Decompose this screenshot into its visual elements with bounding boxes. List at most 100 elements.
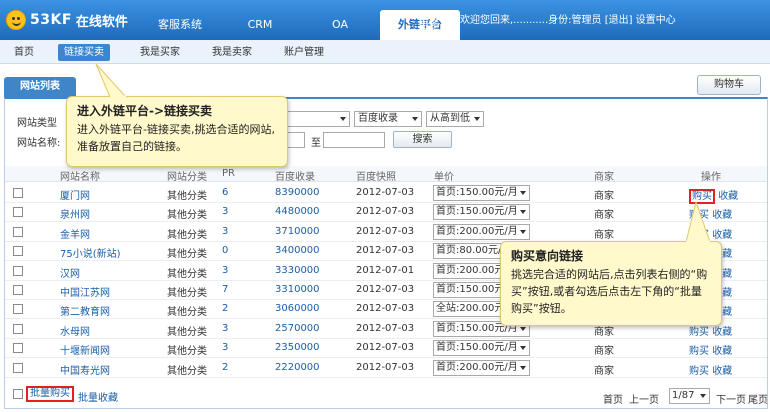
site-name-link[interactable]: 水母网 (60, 323, 90, 338)
row-actions: 购买 收藏 (689, 342, 732, 357)
site-snapshot-date: 2012-07-03 (356, 206, 415, 218)
site-snapshot-date: 2012-07-03 (356, 225, 415, 237)
subnav-home[interactable]: 首页 (8, 44, 40, 61)
sub-navigation: 首页 链接买卖 我是买家 我是卖家 账户管理 (0, 40, 770, 64)
tooltip-buy-link: 购买意向链接 挑选完合适的网站后,点击列表右侧的“购买”按钮,或者勾选后点击左下… (500, 241, 722, 326)
site-category: 其他分类 (167, 307, 207, 319)
nav-customer-service[interactable]: 客服系统 (140, 10, 220, 40)
site-baidu-index: 2350000 (275, 342, 320, 354)
site-name-link[interactable]: 十堰新闻网 (60, 342, 110, 357)
site-seller: 商家 (594, 191, 614, 202)
table-row: 十堰新闻网 其他分类 3 2350000 2012-07-03 首页:150.00元/月 商… (5, 339, 767, 359)
price-select[interactable]: 首页:200.00元/月 (433, 223, 530, 240)
row-checkbox[interactable] (13, 285, 23, 295)
site-category: 其他分类 (167, 229, 207, 241)
site-name-link[interactable]: 金羊网 (60, 226, 90, 241)
site-category: 其他分类 (167, 365, 207, 377)
site-category: 其他分类 (167, 346, 207, 358)
site-name-link[interactable]: 中国江苏网 (60, 284, 110, 299)
site-name-link[interactable]: 汉网 (60, 265, 80, 280)
subnav-link-trading[interactable]: 链接买卖 (58, 44, 110, 61)
price-select[interactable]: 首页:150.00元/月 (433, 340, 530, 357)
tooltip-arrow-icon (685, 200, 711, 243)
price-select[interactable]: 首页:200.00元/月 (433, 359, 530, 376)
buy-link[interactable]: 购买 (689, 346, 709, 357)
last-page-link[interactable]: 尾页 (748, 391, 768, 406)
site-baidu-index: 2220000 (275, 361, 320, 373)
first-page-link[interactable]: 首页 (603, 391, 623, 406)
site-name-link[interactable]: 中国寿光网 (60, 362, 110, 377)
baidu-index-select[interactable]: 百度收录 (354, 111, 422, 127)
site-baidu-index: 2570000 (275, 322, 320, 334)
site-snapshot-date: 2012-07-03 (356, 245, 415, 257)
bulk-favorite-button[interactable]: 批量收藏 (78, 389, 118, 404)
site-baidu-index: 3330000 (275, 264, 320, 276)
site-pr: 6 (222, 187, 229, 198)
col-pr: PR (222, 168, 235, 179)
subnav-account[interactable]: 账户管理 (278, 44, 330, 61)
site-snapshot-date: 2012-07-03 (356, 322, 415, 334)
row-checkbox[interactable] (13, 188, 23, 198)
col-price: 单价 (434, 172, 454, 183)
logo-subtitle: 在线软件 (75, 14, 128, 30)
site-name-link[interactable]: 75小说(新站) (60, 245, 121, 260)
site-snapshot-date: 2012-07-03 (356, 342, 415, 354)
prev-page-link[interactable]: 上一页 (629, 391, 659, 406)
row-checkbox[interactable] (13, 265, 23, 276)
tooltip-link-platform: 进入外链平台->链接买卖 进入外链平台-链接买卖,挑选合适的网站,准备放置自己的… (66, 96, 288, 167)
site-name-link[interactable]: 第二教育网 (60, 303, 110, 318)
price-select[interactable]: 首页:150.00元/月 (433, 204, 530, 221)
favorite-link[interactable]: 收藏 (712, 366, 732, 377)
site-pr: 3 (222, 206, 229, 218)
search-button[interactable]: 搜索 (393, 131, 452, 148)
next-page-link[interactable]: 下一页 (716, 391, 746, 406)
row-checkbox[interactable] (13, 207, 23, 218)
col-seller: 商家 (594, 172, 614, 183)
site-name-link[interactable]: 厦门网 (60, 187, 90, 202)
row-checkbox[interactable] (13, 343, 23, 354)
favorite-link[interactable]: 收藏 (712, 346, 732, 357)
row-checkbox[interactable] (13, 246, 23, 257)
col-baidu-snapshot: 百度快照 (356, 172, 396, 183)
site-category: 其他分类 (167, 191, 207, 202)
table-row: 泉州网其他分类344800002012-07-03首页:150.00元/月商家购… (5, 203, 767, 223)
buy-link[interactable]: 购买 (689, 366, 709, 377)
smiley-logo-icon (6, 10, 26, 30)
row-checkbox[interactable] (13, 362, 23, 373)
site-name-link[interactable]: 泉州网 (60, 206, 90, 221)
tab-site-list[interactable]: 网站列表 (4, 77, 76, 97)
site-pr: 7 (222, 284, 229, 295)
row-checkbox[interactable] (13, 323, 23, 334)
site-category: 其他分类 (167, 288, 207, 299)
tooltip-buy-link-body: 挑选完合适的网站后,点击列表右侧的“购买”按钮,或者勾选后点击左下角的“批量购买… (511, 268, 708, 315)
subnav-buyer[interactable]: 我是买家 (134, 44, 186, 61)
favorite-link[interactable]: 收藏 (718, 191, 738, 202)
tooltip-link-platform-title: 进入外链平台->链接买卖 (77, 104, 213, 118)
site-baidu-index: 4480000 (275, 206, 320, 218)
col-site-name: 网站名称 (60, 172, 100, 183)
nav-crm[interactable]: CRM (220, 10, 300, 40)
row-checkbox[interactable] (13, 226, 23, 237)
site-category: 其他分类 (167, 326, 207, 338)
subnav-seller[interactable]: 我是卖家 (206, 44, 258, 61)
page-select[interactable]: 1/87 (669, 388, 710, 404)
site-seller: 商家 (594, 365, 614, 377)
buy-link[interactable]: 购买 (689, 327, 709, 338)
site-pr: 3 (222, 322, 229, 334)
price-select[interactable]: 首页:150.00元/月 (433, 185, 530, 201)
site-pr: 2 (222, 303, 229, 315)
site-category: 其他分类 (167, 249, 207, 261)
site-pr: 2 (222, 361, 229, 373)
select-all-checkbox[interactable] (13, 389, 23, 399)
cart-button[interactable]: 购物车 (697, 75, 761, 95)
sort-order-select[interactable]: 从高到低 (426, 111, 484, 127)
row-checkbox[interactable] (13, 304, 23, 315)
brand-logo[interactable]: 53KF 在线软件 (6, 9, 128, 31)
bulk-buy-button[interactable]: 批量购买 (26, 386, 74, 402)
more-menu[interactable]: 更多 ▾ (418, 10, 449, 40)
site-seller: 商家 (594, 229, 614, 241)
nav-oa[interactable]: OA (300, 10, 380, 40)
range-to-input[interactable] (323, 132, 385, 148)
tooltip-link-platform-body: 进入外链平台-链接买卖,挑选合适的网站,准备放置自己的链接。 (77, 123, 275, 153)
favorite-link[interactable]: 收藏 (712, 327, 732, 338)
